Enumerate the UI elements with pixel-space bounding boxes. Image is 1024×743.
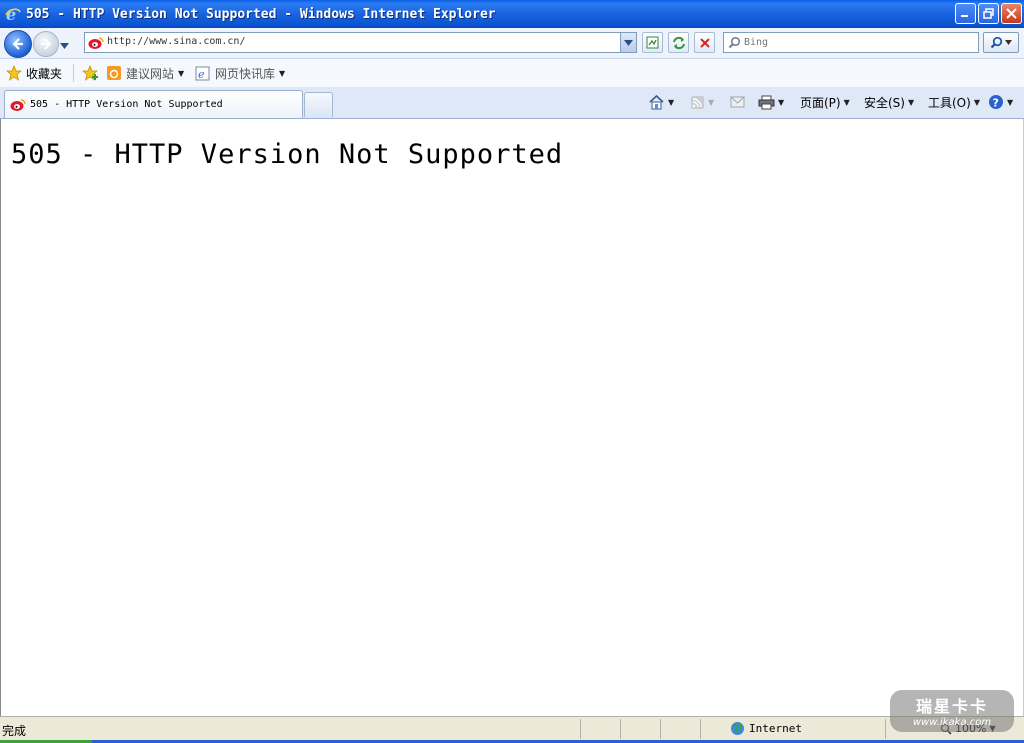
compatibility-view-icon [646, 36, 659, 49]
help-button[interactable]: ? ▼ [988, 93, 1013, 111]
minimize-button[interactable] [955, 3, 976, 24]
stop-button[interactable] [694, 32, 715, 53]
compatibility-view-button[interactable] [642, 32, 663, 53]
tab-current[interactable]: 505 - HTTP Version Not Supported [4, 90, 303, 118]
back-button[interactable] [4, 30, 32, 58]
tools-menu-label: 工具(O) [928, 95, 971, 110]
svg-text:e: e [6, 6, 16, 22]
address-dropdown-button[interactable] [620, 33, 636, 52]
favorites-button[interactable]: 收藏夹 [6, 63, 62, 83]
chevron-down-icon: ▼ [907, 97, 915, 107]
title-bar: e 505 - HTTP Version Not Supported - Win… [0, 0, 1024, 28]
stop-icon [699, 37, 710, 48]
forward-button[interactable] [33, 31, 59, 57]
home-icon [649, 94, 664, 110]
read-mail-button[interactable] [730, 93, 745, 111]
chevron-down-icon [60, 43, 69, 49]
back-arrow-icon [12, 38, 23, 50]
sina-weibo-icon [88, 36, 104, 53]
forward-arrow-icon [41, 38, 52, 50]
mail-icon [730, 96, 745, 108]
status-panel [885, 719, 886, 739]
status-bar: 完成 Internet 100% ▼ [0, 716, 1024, 743]
status-panel [700, 719, 701, 739]
suggested-sites-icon [107, 66, 121, 80]
star-icon [6, 65, 22, 81]
status-panel [580, 719, 581, 739]
close-button[interactable] [1001, 3, 1022, 24]
watermark-title: 瑞星卡卡 [915, 697, 988, 716]
error-heading: 505 - HTTP Version Not Supported [11, 139, 564, 170]
refresh-button[interactable] [668, 32, 689, 53]
tab-label: 505 - HTTP Version Not Supported [30, 99, 223, 110]
favorites-bar: 收藏夹 建议网站 ▼ e 网页快讯库 ▼ [0, 59, 1024, 87]
chevron-down-icon: ▼ [708, 97, 715, 107]
search-icon [990, 36, 1003, 49]
tools-menu-button[interactable]: 工具(O) ▼ [928, 93, 980, 111]
svg-text:?: ? [993, 97, 999, 110]
refresh-icon [672, 36, 685, 49]
status-panel [620, 719, 621, 739]
new-tab-button[interactable] [304, 92, 333, 117]
window-title: 505 - HTTP Version Not Supported - Windo… [26, 6, 496, 22]
chevron-down-icon: ▼ [843, 97, 850, 107]
favorites-label: 收藏夹 [26, 66, 63, 81]
chevron-down-icon: ▼ [668, 97, 675, 107]
feeds-button[interactable]: ▼ [690, 93, 714, 111]
navigation-bar: http://www.sina.com.cn/ [0, 28, 1024, 59]
safety-menu-button[interactable]: 安全(S) ▼ [864, 93, 914, 111]
safety-menu-label: 安全(S) [864, 95, 905, 110]
status-panel [660, 719, 661, 739]
window-controls [955, 3, 1022, 24]
suggested-sites-label: 建议网站 [126, 66, 175, 81]
status-text: 完成 [2, 724, 27, 738]
security-zone-label: Internet [749, 722, 802, 735]
recent-pages-dropdown[interactable] [60, 38, 69, 52]
tab-row: 505 - HTTP Version Not Supported ▼ ▼ ▼ 页… [0, 87, 1024, 119]
security-zone[interactable]: Internet [730, 721, 802, 736]
internet-explorer-icon: e [4, 5, 22, 23]
watermark-logo: 瑞星卡卡 www.ikaka.com [890, 690, 1014, 732]
help-icon: ? [989, 95, 1003, 110]
web-slice-gallery-button[interactable]: e 网页快讯库 ▼ [195, 63, 285, 83]
page-menu-label: 页面(P) [800, 95, 841, 110]
print-button[interactable]: ▼ [758, 93, 784, 111]
search-provider-icon [728, 36, 741, 52]
divider [73, 64, 74, 82]
suggested-sites-button[interactable]: 建议网站 ▼ [106, 63, 184, 83]
chevron-down-icon: ▼ [778, 97, 785, 107]
page-menu-button[interactable]: 页面(P) ▼ [800, 93, 850, 111]
address-bar[interactable]: http://www.sina.com.cn/ [84, 32, 637, 53]
close-icon [1006, 8, 1017, 19]
printer-icon [758, 95, 775, 109]
watermark-url: www.ikaka.com [912, 717, 992, 728]
chevron-down-icon: ▼ [1007, 97, 1014, 107]
web-slice-icon: e [195, 66, 210, 81]
add-favorite-star-icon [82, 65, 98, 81]
chevron-down-icon [624, 39, 633, 46]
home-button[interactable]: ▼ [648, 93, 674, 111]
add-to-favorites-bar-button[interactable] [81, 63, 99, 83]
chevron-down-icon: ▼ [178, 68, 185, 78]
search-input[interactable] [744, 34, 969, 50]
address-url: http://www.sina.com.cn/ [107, 36, 246, 47]
chevron-down-icon: ▼ [973, 97, 980, 107]
globe-icon [731, 722, 744, 735]
page-content: 505 - HTTP Version Not Supported [0, 119, 1024, 716]
minimize-icon [961, 15, 968, 17]
search-button[interactable] [983, 32, 1019, 53]
sina-weibo-icon [10, 98, 26, 112]
web-slice-label: 网页快讯库 [215, 66, 276, 81]
search-box[interactable] [723, 32, 979, 53]
restore-button[interactable] [978, 3, 999, 24]
rss-feed-icon [691, 95, 704, 109]
restore-icon [983, 8, 994, 19]
chevron-down-icon [1005, 40, 1012, 45]
svg-text:e: e [198, 68, 205, 81]
chevron-down-icon: ▼ [279, 68, 286, 78]
